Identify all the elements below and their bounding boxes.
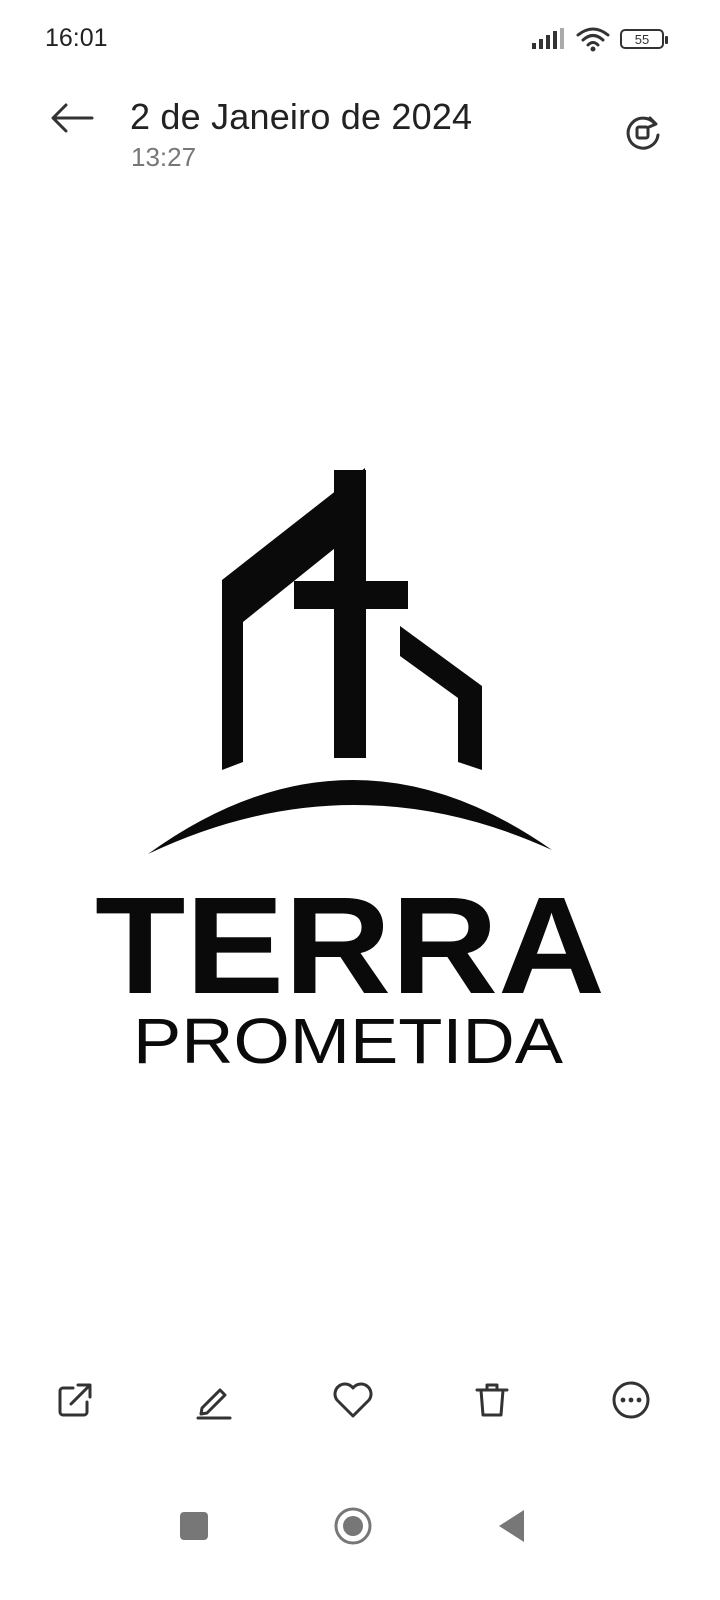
rotate-icon [626, 116, 660, 150]
back-nav-button[interactable] [484, 1498, 540, 1554]
logo-building-right [400, 626, 482, 770]
status-bar: 16:01 55 [0, 0, 720, 76]
logo-text-terra: TERRA [95, 869, 605, 1023]
header: 2 de Janeiro de 2024 13:27 [0, 80, 720, 190]
rotate-button[interactable] [618, 108, 668, 158]
page-title: 2 de Janeiro de 2024 [130, 96, 473, 137]
page-subtitle-time: 13:27 [131, 142, 197, 172]
more-icon [612, 1381, 650, 1419]
delete-icon [475, 1383, 509, 1417]
logo-arch [148, 779, 552, 854]
edit-button[interactable] [184, 1370, 244, 1430]
home-icon [334, 1507, 372, 1545]
photo-viewer[interactable]: TERRA PROMETIDA [0, 190, 720, 1350]
favorite-button[interactable] [323, 1370, 383, 1430]
wifi-icon [576, 27, 610, 52]
status-time: 16:01 [45, 24, 108, 52]
signal-icon [532, 28, 564, 49]
back-nav-icon [499, 1510, 524, 1542]
more-button[interactable] [601, 1370, 661, 1430]
edit-icon [196, 1388, 232, 1420]
battery-icon: 55 [620, 29, 668, 49]
recents-button[interactable] [166, 1498, 222, 1554]
terra-prometida-logo: TERRA PROMETIDA [95, 468, 605, 1070]
system-nav-bar [0, 1490, 720, 1560]
back-button[interactable] [44, 94, 100, 142]
favorite-icon [333, 1382, 373, 1418]
logo-cross-vertical [334, 470, 366, 758]
logo-text-prometida: PROMETIDA [133, 1005, 563, 1070]
share-icon [58, 1383, 92, 1417]
battery-level: 55 [634, 31, 650, 47]
recents-icon [180, 1512, 208, 1540]
bottom-toolbar [0, 1370, 720, 1430]
delete-button[interactable] [462, 1370, 522, 1430]
arrow-left-icon [51, 103, 94, 133]
status-icons: 55 [532, 26, 668, 52]
logo-cross-horizontal [294, 581, 408, 609]
share-button[interactable] [45, 1370, 105, 1430]
home-button[interactable] [325, 1498, 381, 1554]
